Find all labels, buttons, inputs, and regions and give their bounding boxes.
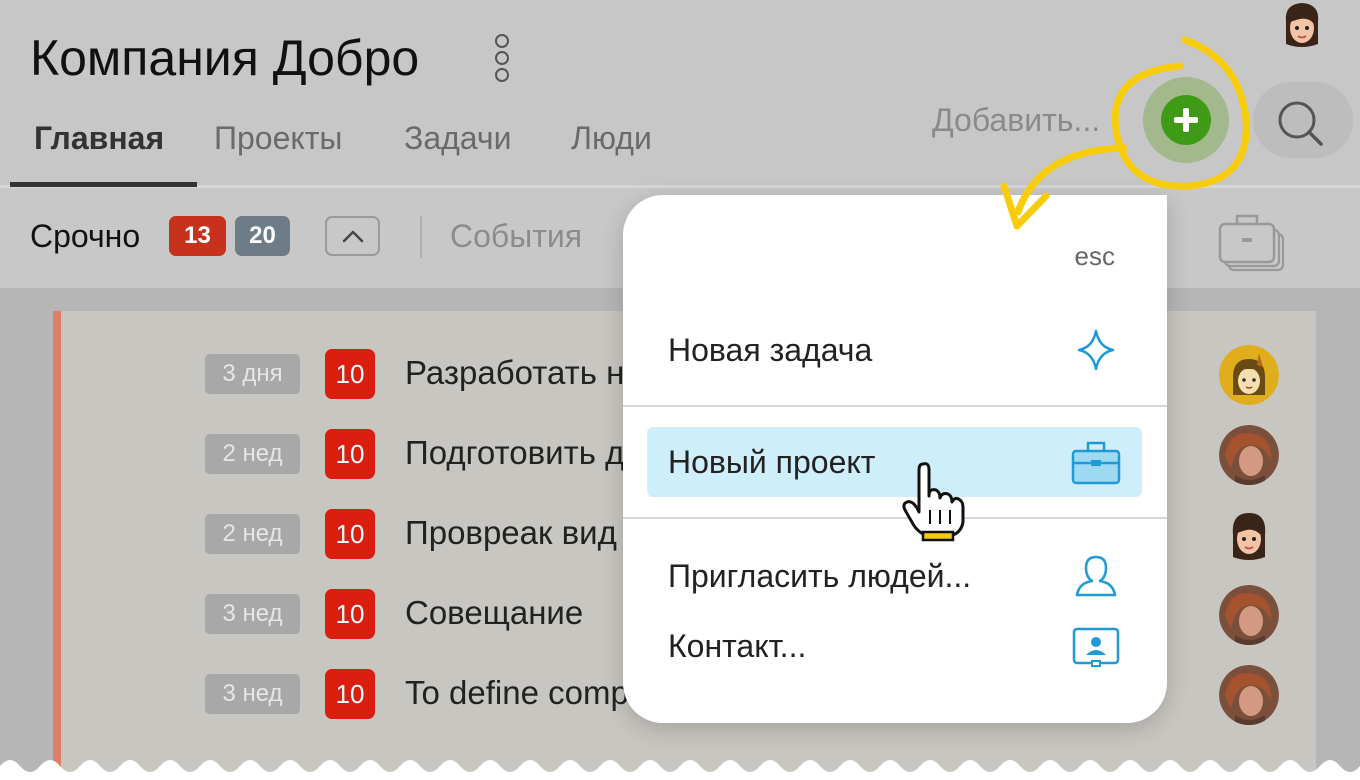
tab-projects[interactable]: Проекты (214, 120, 342, 157)
task-priority-badge: 10 (325, 349, 375, 399)
task-priority-badge: 10 (325, 509, 375, 559)
urgent-count-badge[interactable]: 13 (169, 216, 226, 256)
tab-home[interactable]: Главная (34, 120, 164, 157)
assignee-avatar[interactable] (1219, 665, 1279, 725)
task-title[interactable]: Совещание (405, 594, 583, 632)
menu-item-label: Пригласить людей... (668, 558, 972, 594)
briefcase-stack-icon[interactable] (1215, 208, 1287, 272)
main-tabs: Главная Проекты Задачи Люди (10, 110, 710, 188)
task-due-badge: 3 нед (205, 594, 300, 634)
menu-item-invite-people[interactable]: Пригласить людей... (647, 541, 1142, 611)
task-title[interactable]: Провреак вид (405, 514, 617, 552)
search-button[interactable] (1253, 82, 1353, 158)
assignee-avatar[interactable] (1219, 425, 1279, 485)
task-priority-badge: 10 (325, 429, 375, 479)
menu-item-label: Контакт... (668, 628, 807, 664)
tab-people[interactable]: Люди (571, 120, 652, 157)
menu-item-new-project[interactable]: Новый проект (647, 427, 1142, 497)
menu-divider (623, 517, 1167, 519)
events-tab[interactable]: События (450, 218, 582, 255)
toolbar-divider (420, 216, 422, 258)
task-title[interactable]: Подготовить д (405, 434, 624, 472)
task-due-badge: 2 нед (205, 514, 300, 554)
menu-item-label: Новая задача (668, 332, 873, 368)
app-window: Компания Добро Главная Проекты Задачи Лю… (0, 0, 1360, 780)
collapse-button[interactable] (325, 216, 380, 256)
task-due-badge: 3 нед (205, 674, 300, 714)
esc-close-button[interactable]: esc (1075, 241, 1115, 272)
menu-divider (623, 405, 1167, 407)
task-priority-badge: 10 (325, 589, 375, 639)
task-title[interactable]: Разработать н (405, 354, 624, 392)
task-priority-badge: 10 (325, 669, 375, 719)
search-icon (1278, 101, 1323, 146)
menu-item-new-task[interactable]: Новая задача (647, 315, 1142, 385)
assignee-avatar[interactable] (1219, 505, 1279, 565)
task-title[interactable]: To define comp (405, 674, 629, 712)
active-tab-indicator (10, 182, 197, 187)
task-due-badge: 2 нед (205, 434, 300, 474)
contact-card-icon (1072, 627, 1120, 667)
menu-item-label: Новый проект (668, 444, 876, 480)
hand-cursor-icon (902, 462, 965, 542)
other-count-badge[interactable]: 20 (235, 216, 290, 256)
sparkle-icon (1077, 329, 1115, 371)
add-menu-dropdown: esc Новая задача Новый проект Пригласить… (623, 195, 1167, 723)
wavy-bottom-edge (0, 760, 1360, 780)
assignee-avatar[interactable] (1219, 345, 1279, 405)
kebab-menu-icon[interactable] (494, 34, 510, 84)
chevron-up-icon (342, 230, 364, 243)
tab-tasks[interactable]: Задачи (404, 120, 511, 157)
assignee-avatar[interactable] (1219, 585, 1279, 645)
menu-item-contact[interactable]: Контакт... (647, 611, 1142, 681)
briefcase-icon (1071, 441, 1121, 485)
user-avatar[interactable] (1280, 0, 1324, 54)
plus-circle-icon (1174, 108, 1198, 132)
urgent-label[interactable]: Срочно (30, 218, 140, 255)
add-button[interactable] (1161, 95, 1211, 145)
add-label: Добавить... (932, 102, 1101, 138)
company-title[interactable]: Компания Добро (30, 30, 419, 86)
person-icon (1075, 555, 1117, 597)
task-due-badge: 3 дня (205, 354, 300, 394)
